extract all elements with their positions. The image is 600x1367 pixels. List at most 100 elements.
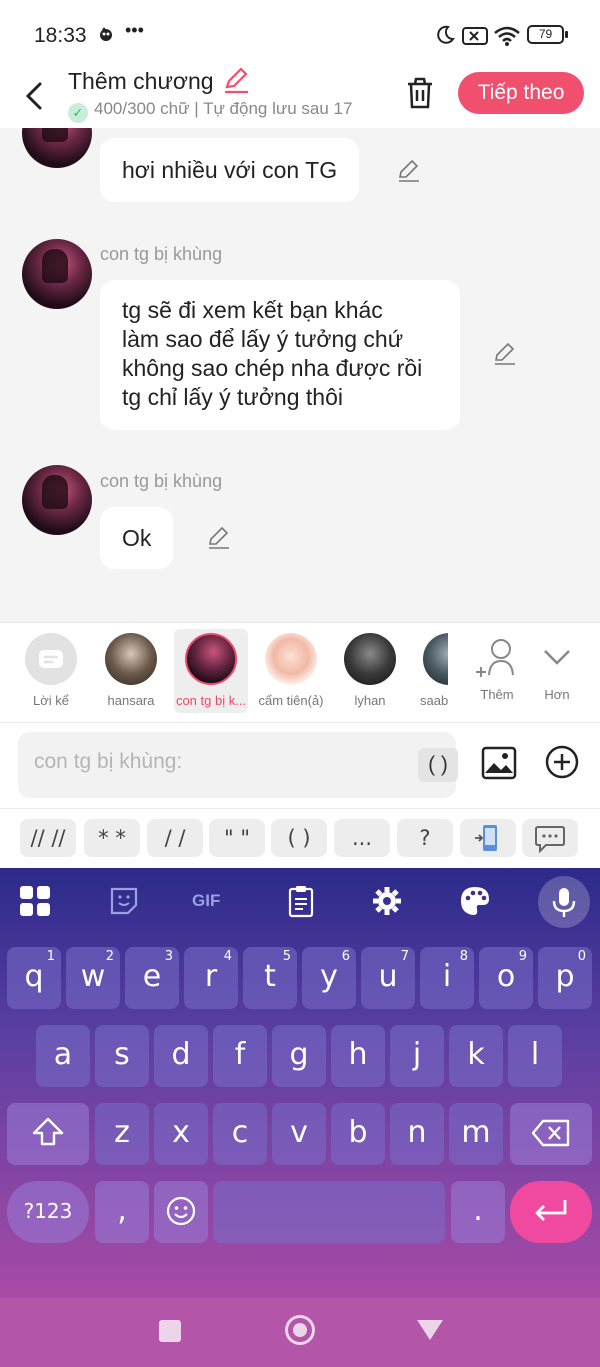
avatar <box>344 633 396 685</box>
character-hansara[interactable]: hansara <box>94 629 168 713</box>
key-j[interactable]: j <box>390 1025 444 1087</box>
key-g[interactable]: g <box>272 1025 326 1087</box>
character-saab[interactable]: saab <box>412 629 448 713</box>
key-a[interactable]: a <box>36 1025 90 1087</box>
gear-icon[interactable] <box>370 884 404 918</box>
key-t[interactable]: t5 <box>243 947 297 1009</box>
comma-key[interactable]: , <box>95 1181 149 1243</box>
add-circle-icon[interactable] <box>545 745 579 779</box>
key-x[interactable]: x <box>154 1103 208 1165</box>
key-p[interactable]: p0 <box>538 947 592 1009</box>
key-o[interactable]: o9 <box>479 947 533 1009</box>
backspace-key[interactable] <box>510 1103 592 1165</box>
home-button[interactable] <box>285 1315 315 1345</box>
phone-icon[interactable] <box>460 819 516 857</box>
message-bubble[interactable]: hơi nhiều với con TG <box>100 138 360 202</box>
character-lyhan[interactable]: lyhan <box>333 629 407 713</box>
gif-button[interactable]: GIF <box>192 884 232 918</box>
apps-icon[interactable] <box>18 884 52 918</box>
emoji-key[interactable] <box>154 1181 208 1243</box>
punct-key[interactable]: / / <box>147 819 203 857</box>
avatar <box>265 633 317 685</box>
character-name: Lời kể <box>33 693 69 708</box>
key-n[interactable]: n <box>390 1103 444 1165</box>
message-text: hơi nhiều với con TG <box>122 157 338 183</box>
parentheses-button[interactable]: ( ) <box>418 748 458 782</box>
key-u[interactable]: u7 <box>361 947 415 1009</box>
avatar[interactable] <box>22 128 92 168</box>
character-narrator[interactable]: Lời kể <box>14 629 88 713</box>
punct-key[interactable]: ( ) <box>271 819 327 857</box>
back-button[interactable] <box>22 74 48 114</box>
punct-key[interactable]: * * <box>84 819 140 857</box>
character-name: lyhan <box>354 693 386 708</box>
clipboard-icon[interactable] <box>284 884 318 918</box>
character-name: cẩm tiên(ả) <box>258 693 324 708</box>
message-input[interactable] <box>34 750 394 774</box>
edit-message-icon[interactable] <box>207 526 231 550</box>
key-f[interactable]: f <box>213 1025 267 1087</box>
more-button[interactable]: Hơn <box>520 629 594 713</box>
key-l[interactable]: l <box>508 1025 562 1087</box>
header: Thêm chương ✓ 400/300 chữ | Tự động lưu s… <box>0 64 600 128</box>
sender-name: con tg bị khùng <box>100 471 223 491</box>
chat-bubble-icon[interactable] <box>522 819 578 857</box>
key-w[interactable]: w2 <box>66 947 120 1009</box>
mic-icon[interactable] <box>538 876 590 928</box>
key-z[interactable]: z <box>95 1103 149 1165</box>
composer: ( ) <box>0 722 600 808</box>
avatar <box>105 633 157 685</box>
numbers-key[interactable]: ?123 <box>7 1181 89 1243</box>
key-m[interactable]: m <box>449 1103 503 1165</box>
more-notifications-icon: ••• <box>125 20 144 40</box>
more-label: Hơn <box>544 687 570 702</box>
punct-key[interactable]: ... <box>334 819 390 857</box>
chat-area: hơi nhiều với con TG con tg bị khùng tg … <box>0 128 600 622</box>
battery-icon: 79 <box>527 25 568 44</box>
key-k[interactable]: k <box>449 1025 503 1087</box>
word-count-status: ✓ 400/300 chữ | Tự động lưu sau 17 <box>68 99 352 123</box>
edit-message-icon[interactable] <box>493 342 517 366</box>
key-i[interactable]: i8 <box>420 947 474 1009</box>
avatar[interactable] <box>22 239 92 309</box>
image-icon[interactable] <box>481 745 517 781</box>
key-b[interactable]: b <box>331 1103 385 1165</box>
character-name: saab <box>420 693 448 708</box>
enter-key[interactable] <box>510 1181 592 1243</box>
palette-icon[interactable] <box>458 884 492 918</box>
recent-apps-button[interactable] <box>159 1320 181 1342</box>
punct-key[interactable]: ? <box>397 819 453 857</box>
space-key[interactable] <box>213 1181 445 1243</box>
next-button[interactable]: Tiếp theo <box>458 72 584 114</box>
key-h[interactable]: h <box>331 1025 385 1087</box>
message-bubble[interactable]: Ok <box>100 507 174 569</box>
punct-key[interactable]: // // <box>20 819 76 857</box>
message-text: Ok <box>122 525 152 551</box>
punct-key[interactable]: " " <box>209 819 265 857</box>
avatar[interactable] <box>22 465 92 535</box>
character-selected[interactable]: con tg bị k... <box>174 629 248 713</box>
edit-message-icon[interactable] <box>397 159 421 183</box>
sticker-icon[interactable] <box>107 884 141 918</box>
key-d[interactable]: d <box>154 1025 208 1087</box>
keyboard: GIF q1 w2 e3 r4 t5 y6 u7 i8 o9 p0 a s d … <box>0 868 600 1298</box>
page-title: Thêm chương <box>68 68 214 94</box>
key-c[interactable]: c <box>213 1103 267 1165</box>
avatar <box>423 633 448 685</box>
back-nav-button[interactable] <box>417 1320 443 1340</box>
delete-button[interactable] <box>404 76 436 110</box>
edit-title-icon[interactable] <box>222 66 250 94</box>
key-s[interactable]: s <box>95 1025 149 1087</box>
key-e[interactable]: e3 <box>125 947 179 1009</box>
key-r[interactable]: r4 <box>184 947 238 1009</box>
key-y[interactable]: y6 <box>302 947 356 1009</box>
period-key[interactable]: . <box>451 1181 505 1243</box>
key-v[interactable]: v <box>272 1103 326 1165</box>
app-notification-icon <box>96 24 116 49</box>
key-q[interactable]: q1 <box>7 947 61 1009</box>
chevron-down-icon <box>531 633 583 685</box>
shift-key[interactable] <box>7 1103 89 1165</box>
character-cam-tien[interactable]: cẩm tiên(ả) <box>254 629 328 713</box>
message-bubble[interactable]: tg sẽ đi xem kết bạn khác làm sao để lấy… <box>100 280 460 430</box>
punctuation-bar: // // * * / / " " ( ) ... ? <box>0 808 600 868</box>
